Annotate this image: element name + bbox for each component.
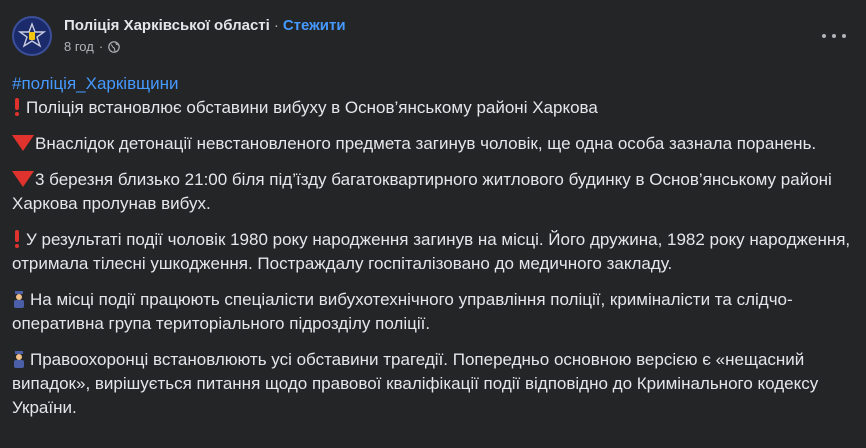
police-officer-icon [14,291,24,308]
title-separator: · [273,17,279,34]
red-triangle-icon [12,135,34,151]
post-paragraph: Поліція встановлює обставини вибуху в Ос… [12,96,854,120]
post-header: Поліція Харківської області · Стежити 8 го… [12,12,346,60]
exclamation-icon [12,98,22,116]
police-officer-icon [14,351,24,368]
subtitle-separator: · [98,39,104,54]
post-paragraph: 3 березня близько 21:00 біля під’їзду ба… [12,168,854,216]
hashtag-link[interactable]: #поліція_Харківщини [12,74,178,93]
police-badge-icon [18,22,46,48]
follow-link[interactable]: Стежити [283,17,346,34]
facebook-post: Поліція Харківської області · Стежити 8 го… [0,0,866,448]
avatar[interactable] [12,16,52,56]
title-line: Поліція Харківської області · Стежити [64,16,346,36]
post-paragraph: Внаслідок детонації невстановленого пред… [12,132,854,156]
post-paragraph: Правоохоронці встановлюють усі обставини… [12,348,854,420]
paragraph-text: У результаті події чоловік 1980 року нар… [12,230,851,273]
globe-icon[interactable] [108,41,120,53]
post-meta: Поліція Харківської області · Стежити 8 го… [64,16,346,56]
paragraph-text: Поліція встановлює обставини вибуху в Ос… [26,98,598,117]
page-name-link[interactable]: Поліція Харківської області [64,17,270,34]
more-options-button[interactable] [822,26,846,46]
post-subtitle: 8 год · [64,38,346,56]
post-body: #поліція_Харківщини Поліція встановлює о… [12,72,854,420]
post-paragraph: У результаті події чоловік 1980 року нар… [12,228,854,276]
post-hashtag-line: #поліція_Харківщини [12,72,854,96]
post-paragraph: На місці події працюють спеціалісти вибу… [12,288,854,336]
more-dot-icon [842,34,846,38]
more-dot-icon [822,34,826,38]
more-dot-icon [832,34,836,38]
post-timestamp[interactable]: 8 год [64,38,94,56]
red-triangle-icon [12,171,34,187]
paragraph-text: Внаслідок детонації невстановленого пред… [35,134,817,153]
paragraph-text: 3 березня близько 21:00 біля під’їзду ба… [12,170,832,213]
paragraph-text: На місці події працюють спеціалісти вибу… [12,290,793,333]
paragraph-text: Правоохоронці встановлюють усі обставини… [12,350,819,417]
exclamation-icon [12,230,22,248]
